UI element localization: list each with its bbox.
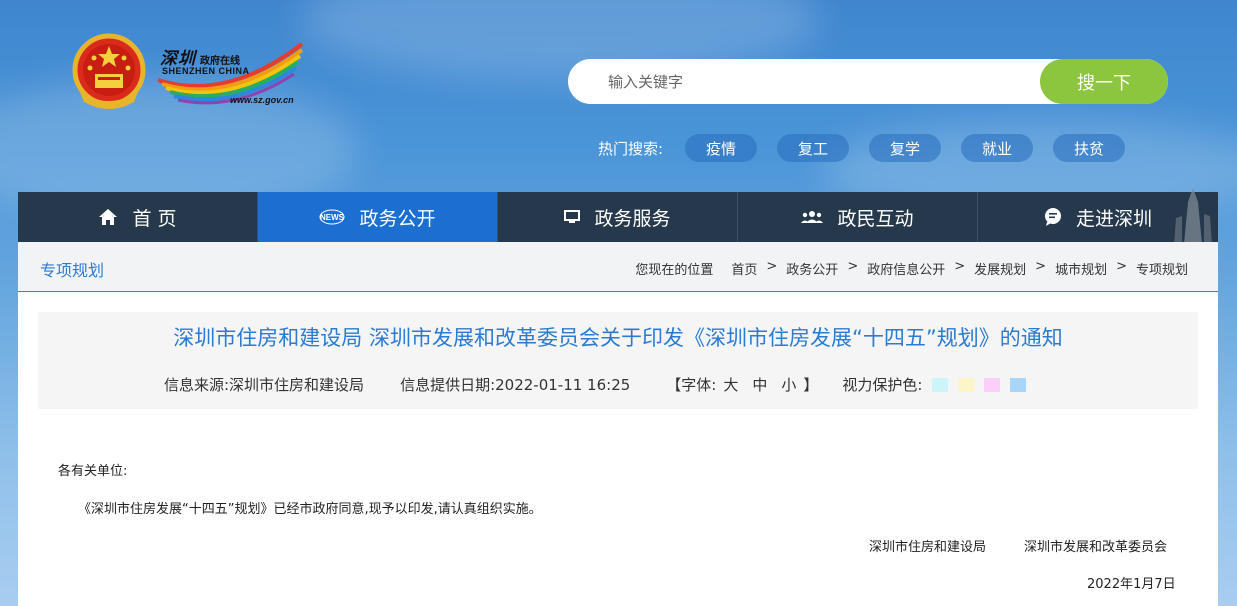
font-size-close: 】	[803, 376, 819, 394]
article-signer: 深圳市住房和建设局	[869, 540, 987, 555]
nav-item-label: 走进深圳	[1075, 207, 1152, 230]
article-sign-date: 2022年1月7日	[1087, 577, 1176, 592]
nav-item-label: 政务公开	[359, 207, 436, 230]
breadcrumb-item[interactable]: 城市规划	[1055, 259, 1107, 278]
font-size-medium-button[interactable]: 中	[752, 374, 767, 395]
eye-color-cyan-swatch[interactable]	[932, 377, 949, 392]
nav-item-home[interactable]: 首 页	[18, 192, 258, 242]
font-size-small-button[interactable]: 小	[781, 374, 796, 395]
breadcrumb-item[interactable]: 首页	[731, 259, 757, 278]
monitor-icon	[564, 210, 581, 224]
hot-search-label: 热门搜索:	[598, 139, 664, 158]
nav-item-label: 政民互动	[837, 207, 914, 230]
search-input[interactable]	[608, 59, 1028, 104]
search-button[interactable]: 搜一下	[1040, 59, 1168, 104]
breadcrumb-separator: >	[766, 259, 778, 274]
breadcrumb-bar: 专项规划 您现在的位置 首页 > 政务公开 > 政府信息公开 > 发展规划 > …	[18, 242, 1218, 292]
news-icon: NEWS	[319, 209, 345, 225]
article-signer: 深圳市发展和改革委员会	[1024, 540, 1168, 555]
breadcrumb: 您现在的位置 首页 > 政务公开 > 政府信息公开 > 发展规划 > 城市规划 …	[635, 259, 1188, 278]
hot-search-tag[interactable]: 疫情	[685, 134, 758, 162]
article-meta: 信息来源:深圳市住房和建设局 信息提供日期:2022-01-11 16:25 【…	[164, 374, 1027, 395]
logo-english-title: SHENZHEN CHINA	[162, 66, 250, 76]
breadcrumb-prefix: 您现在的位置	[635, 263, 714, 278]
chat-bubble-icon	[1044, 208, 1062, 226]
breadcrumb-item[interactable]: 发展规划	[974, 259, 1026, 278]
home-icon	[98, 208, 118, 226]
nav-item-services[interactable]: 政务服务	[498, 192, 738, 242]
logo-url: www.sz.gov.cn	[230, 95, 294, 105]
breadcrumb-separator: >	[847, 259, 859, 274]
nav-item-interaction[interactable]: 政民互动	[738, 192, 978, 242]
breadcrumb-separator: >	[1116, 259, 1127, 274]
article-source: 信息来源:深圳市住房和建设局	[164, 376, 365, 394]
font-size-label: 【字体:	[666, 376, 717, 394]
article-salutation: 各有关单位:	[58, 464, 128, 479]
hot-search-tag[interactable]: 扶贫	[1053, 134, 1126, 162]
nav-item-about-shenzhen[interactable]: 走进深圳	[978, 188, 1218, 244]
breadcrumb-separator: >	[1035, 259, 1047, 274]
national-emblem-icon	[70, 32, 148, 112]
content-panel: 专项规划 您现在的位置 首页 > 政务公开 > 政府信息公开 > 发展规划 > …	[18, 242, 1218, 606]
eye-color-pink-swatch[interactable]	[984, 377, 1001, 392]
people-icon	[801, 210, 824, 224]
nav-item-government-affairs[interactable]: NEWS 政务公开	[258, 192, 498, 242]
hot-search-tag[interactable]: 复学	[869, 134, 942, 162]
hot-search-tag[interactable]: 复工	[777, 134, 850, 162]
hot-search-tag[interactable]: 就业	[961, 134, 1034, 162]
skyscraper-icon	[1174, 188, 1212, 244]
breadcrumb-item[interactable]: 政务公开	[786, 259, 838, 278]
breadcrumb-item[interactable]: 政府信息公开	[867, 259, 945, 278]
eye-color-yellow-swatch[interactable]	[958, 377, 975, 392]
breadcrumb-separator: >	[954, 259, 966, 274]
nav-item-label: 首 页	[132, 207, 177, 230]
nav-item-label: 政务服务	[594, 207, 671, 230]
search-bar: 搜一下	[568, 59, 1168, 104]
article-header: 深圳市住房和建设局 深圳市发展和改革委员会关于印发《深圳市住房发展“十四五”规划…	[38, 312, 1198, 409]
main-nav: 首 页 NEWS 政务公开 政务服务 政民互动 走进深圳	[18, 188, 1218, 244]
font-size-large-button[interactable]: 大	[723, 374, 738, 395]
eye-protection-label: 视力保护色:	[842, 376, 923, 394]
site-logo[interactable]: 深圳 政府在线 SHENZHEN CHINA www.sz.gov.cn	[156, 40, 306, 110]
section-title: 专项规划	[40, 261, 105, 280]
hot-search: 热门搜索: 疫情 复工 复学 就业 扶贫	[598, 134, 1145, 162]
eye-color-blue-swatch[interactable]	[1010, 377, 1027, 392]
breadcrumb-item[interactable]: 专项规划	[1136, 259, 1188, 278]
article-title: 深圳市住房和建设局 深圳市发展和改革委员会关于印发《深圳市住房发展“十四五”规划…	[173, 326, 1063, 350]
article-date: 信息提供日期:2022-01-11 16:25	[400, 376, 631, 394]
news-icon-text: NEWS	[320, 213, 345, 222]
article-paragraph: 《深圳市住房发展“十四五”规划》已经市政府同意,现予以印发,请认真组织实施。	[78, 502, 542, 517]
